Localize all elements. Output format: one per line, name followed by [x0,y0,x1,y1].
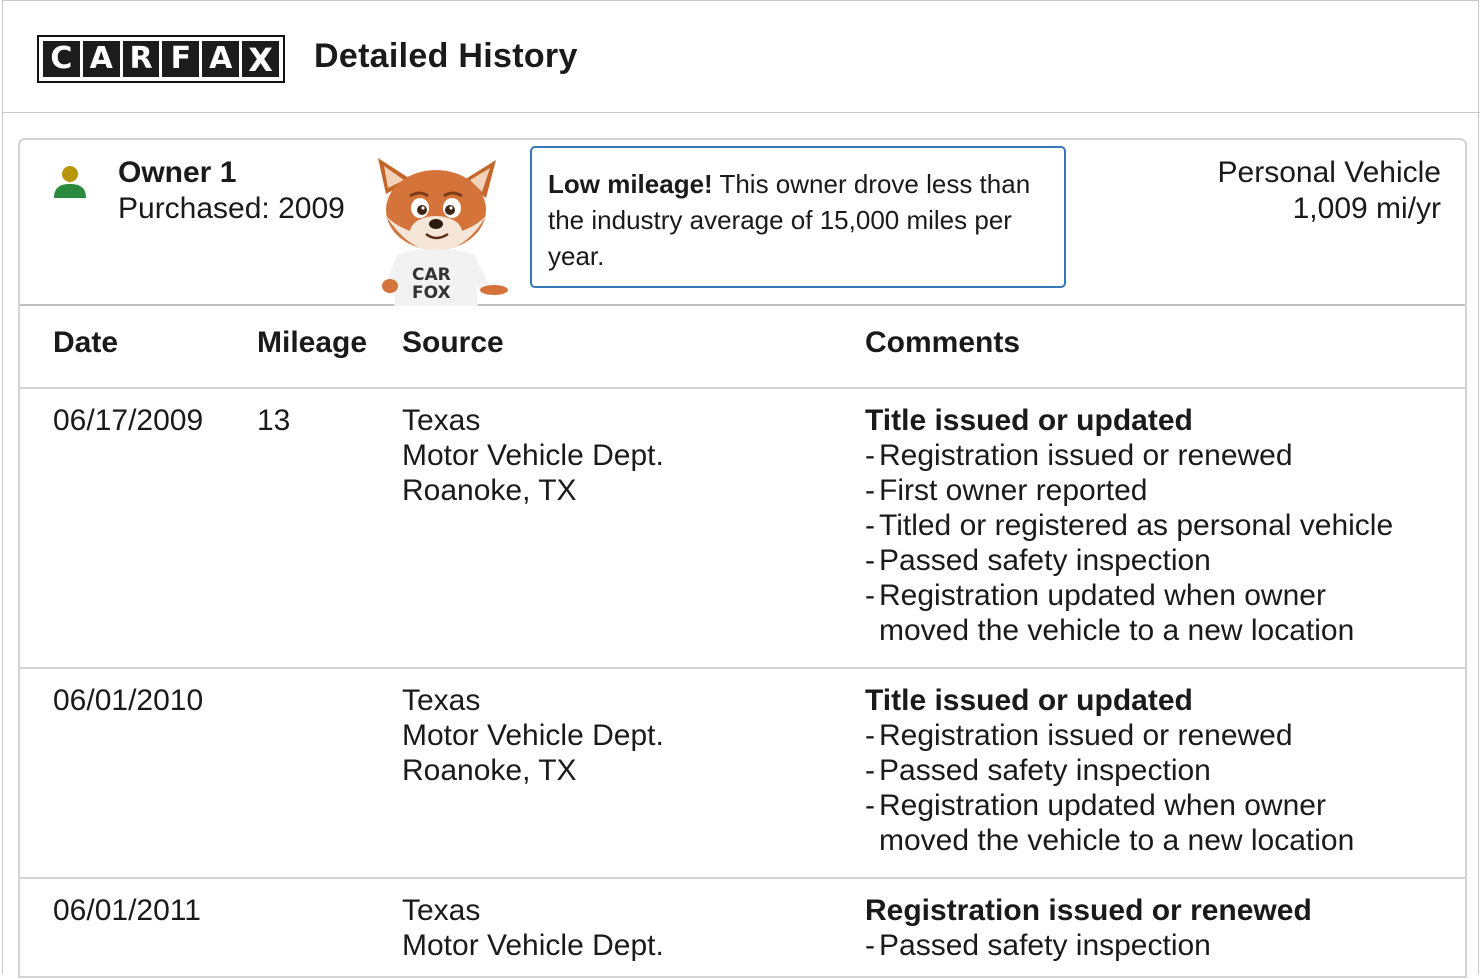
row-comments: Registration issued or renewed - Passed s… [865,893,1445,963]
comment-title: Title issued or updated [865,404,1193,437]
comment-item: - First owner reported [865,474,1148,507]
row-date: 06/17/2009 [53,404,204,437]
column-header-source: Source [402,326,504,359]
column-header-comments: Comments [865,326,1021,359]
logo-letter: C [43,41,80,77]
table-row: 06/01/2011 Texas Motor Vehicle Dept. Reg… [20,879,1465,979]
logo-letter: A [202,41,240,77]
owner-name: Owner 1 [118,156,237,189]
row-source: Texas Motor Vehicle Dept. Roanoke, TX [402,403,842,508]
comment-item: - Passed safety inspection [865,754,1211,787]
source-line: Texas [402,894,481,927]
row-source: Texas Motor Vehicle Dept. [402,893,842,963]
svg-text:CAR: CAR [412,265,451,285]
vehicle-type: Personal Vehicle [1217,156,1441,189]
comment-item: - Titled or registered as personal vehicl… [865,509,1394,542]
logo-letter: A [82,41,120,77]
row-mileage: 13 [257,404,291,437]
page-title: Detailed History [314,37,578,75]
comment-item: - Registration updated when owner moved t… [865,579,1355,647]
table-row: 06/01/2010 Texas Motor Vehicle Dept. Roa… [20,669,1465,877]
mileage-rate: 1,009 mi/yr [1292,192,1441,225]
column-header-mileage: Mileage [257,326,368,359]
comment-item: - Passed safety inspection [865,929,1211,962]
row-date: 06/01/2010 [53,684,204,717]
owner-summary: Owner 1 Purchased: 2009 CAR FOX Low mile… [20,140,1465,306]
row-comments: Title issued or updated - Registration is… [865,683,1445,858]
source-line: Texas [402,684,481,717]
comment-title: Registration issued or renewed [865,894,1312,927]
logo-letter: R [122,41,160,77]
source-line: Motor Vehicle Dept. [402,439,664,472]
low-mileage-callout: Low mileage! This owner drove less than … [530,146,1066,288]
carfax-logo: C A R F A X [37,35,285,83]
row-source: Texas Motor Vehicle Dept. Roanoke, TX [402,683,842,788]
table-row: 06/17/2009 13 Texas Motor Vehicle Dept. … [20,389,1465,667]
row-date: 06/01/2011 [53,894,201,927]
source-line: Roanoke, TX [402,754,577,787]
column-header-date: Date [53,326,119,359]
row-comments: Title issued or updated - Registration is… [865,403,1445,648]
comment-item: - Registration issued or renewed [865,439,1293,472]
owner-purchased: Purchased: 2009 [118,192,345,225]
logo-letter: X [242,41,279,77]
comment-item: - Registration issued or renewed [865,719,1293,752]
source-line: Roanoke, TX [402,474,577,507]
source-line: Motor Vehicle Dept. [402,719,664,752]
comment-item: - Passed safety inspection [865,544,1211,577]
carfox-mascot-icon: CAR FOX [378,158,508,306]
comment-item: - Registration updated when owner moved t… [865,789,1355,857]
source-line: Texas [402,404,481,437]
svg-text:FOX: FOX [412,283,451,303]
logo-letter: F [162,41,200,77]
report-header: C A R F A X Detailed History [3,1,1480,113]
owner-history-card: Owner 1 Purchased: 2009 CAR FOX Low mile… [18,138,1467,978]
person-icon [54,166,86,198]
callout-highlight: Low mileage! [548,169,713,199]
source-line: Motor Vehicle Dept. [402,929,664,962]
comment-title: Title issued or updated [865,684,1193,717]
